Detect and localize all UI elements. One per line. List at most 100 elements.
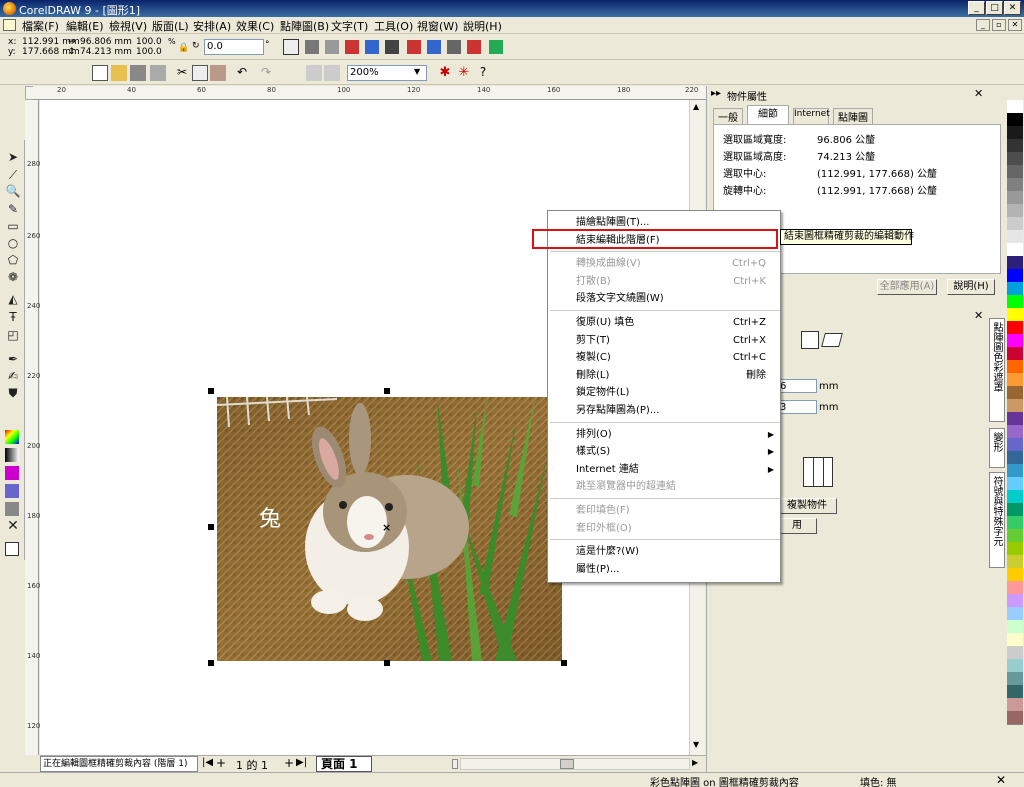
color-swatch[interactable] [1007,152,1023,166]
help-button[interactable]: 說明(H) [947,279,995,295]
menu-tools[interactable]: 工具(O) [374,18,413,34]
chevron-down-icon[interactable]: ▼ [414,67,420,76]
transparency-tool-icon[interactable]: ◰ [5,328,21,343]
color-swatch[interactable] [1007,191,1023,205]
width-field[interactable]: 96.806 mm [80,37,132,47]
tab-details[interactable]: 細節 [747,105,789,124]
selection-handle[interactable] [208,524,214,530]
horizontal-scrollbar[interactable] [460,758,690,770]
color-swatch[interactable] [1007,295,1023,309]
color-swatch[interactable] [1007,373,1023,387]
scroll-down-icon[interactable]: ▼ [693,740,699,749]
ungroup-icon[interactable] [407,40,421,54]
tab-transform[interactable]: 變形 [989,428,1005,468]
color-swatch[interactable] [1007,594,1023,608]
color-swatch[interactable] [1007,399,1023,413]
docker-collapse-icon[interactable]: ▸▸ [711,88,721,99]
no-fill-icon[interactable]: ✕ [5,519,21,534]
convert-curves-icon[interactable] [489,40,503,54]
menu-file[interactable]: 檔案(F) [22,18,59,34]
color-swatch[interactable] [1007,269,1023,283]
selection-handle[interactable] [561,660,567,666]
color-swatch[interactable] [1007,659,1023,673]
order-front-icon[interactable] [345,40,359,54]
tab-general[interactable]: 一般 [713,108,743,124]
color-swatch[interactable] [1007,334,1023,348]
apply-button[interactable]: 用 [777,518,817,534]
color-swatch[interactable] [1007,243,1023,257]
new-icon[interactable] [92,65,108,81]
context-menu-item[interactable]: 轉換成曲線(V) Ctrl+Q [548,255,782,273]
context-menu-item[interactable]: 鎖定物件(L) [548,384,782,402]
selection-handle[interactable] [384,388,390,394]
close-button[interactable]: ✕ [1004,1,1021,15]
menu-text[interactable]: 文字(T) [331,18,368,34]
color-swatch[interactable] [1007,438,1023,452]
tab-bitmap-color-mask[interactable]: 點陣圖色彩遮罩 [989,318,1005,422]
color-swatch[interactable] [1007,555,1023,569]
fill-tool-icon[interactable]: ⛊ [5,386,21,401]
undo-icon[interactable]: ↶ [234,65,250,81]
color-swatch[interactable] [1007,347,1023,361]
color-swatch[interactable] [1007,490,1023,504]
fountain-fill-icon[interactable] [5,448,19,462]
ellipse-tool-icon[interactable]: ○ [5,236,21,251]
maximize-button[interactable]: □ [986,1,1003,15]
color-swatch[interactable] [1007,204,1023,218]
document-icon[interactable] [3,19,16,31]
first-page-icon[interactable]: |◀ [202,757,213,768]
color-swatch[interactable] [1007,646,1023,660]
pattern-fill-icon[interactable] [5,466,19,480]
color-swatch[interactable] [1007,126,1023,140]
color-swatch[interactable] [1007,711,1023,725]
pick-tool-icon[interactable]: ➤ [5,150,21,165]
tab-internet[interactable]: Internet [793,108,830,124]
docker-close-icon[interactable]: ✕ [974,87,983,100]
fill-color-docker-icon[interactable] [5,542,19,556]
tab-symbols[interactable]: 符號與特殊字元 [989,472,1005,568]
color-swatch[interactable] [1007,425,1023,439]
color-swatch[interactable] [1007,217,1023,231]
color-swatch[interactable] [1007,672,1023,686]
eyedropper-tool-icon[interactable]: ✒ [5,352,21,367]
color-swatch[interactable] [1007,386,1023,400]
color-swatch[interactable] [1007,477,1023,491]
canvas-text-rabbit[interactable]: 兔 [259,501,281,533]
context-menu-item[interactable]: 屬性(P)... [548,561,782,579]
arrange-icon[interactable] [305,40,319,54]
color-fill-icon[interactable] [5,430,19,444]
color-swatch[interactable] [1007,529,1023,543]
paste-icon[interactable] [210,65,226,81]
add-page-before-icon[interactable]: + [216,756,226,770]
lock-ratio-icon[interactable]: 🔒 [178,43,189,53]
rectangle-tool-icon[interactable]: ▭ [5,219,21,234]
menu-effects[interactable]: 效果(C) [236,18,274,34]
color-swatch[interactable] [1007,464,1023,478]
transform-value-1[interactable]: 6 [777,379,817,393]
color-swatch[interactable] [1007,256,1023,270]
horizontal-ruler[interactable]: 20 40 60 80 100 120 140 160 180 220 [33,86,706,100]
mdi-close-button[interactable]: ✕ [1008,19,1022,31]
copy-icon[interactable] [192,65,208,81]
print-icon[interactable] [150,65,166,81]
page-tab[interactable]: 頁面 1 [316,756,372,772]
tab-bitmap[interactable]: 點陣圖 [833,108,873,124]
hscroll-left-button[interactable] [452,759,458,769]
color-swatch[interactable] [1007,503,1023,517]
menu-bitmaps[interactable]: 點陣圖(B) [280,18,329,34]
menu-layout[interactable]: 版面(L) [152,18,189,34]
color-swatch[interactable] [1007,607,1023,621]
add-page-after-icon[interactable]: + [284,756,294,770]
minimize-button[interactable]: _ [968,1,985,15]
color-swatch[interactable] [1007,230,1023,244]
color-swatch[interactable] [1007,308,1023,322]
color-swatch[interactable] [1007,698,1023,712]
order-back-icon[interactable] [365,40,379,54]
export-icon[interactable] [324,65,340,81]
menu-view[interactable]: 檢視(V) [109,18,147,34]
color-swatch[interactable] [1007,542,1023,556]
size-mode-icon[interactable] [801,331,819,349]
color-swatch[interactable] [1007,165,1023,179]
color-swatch[interactable] [1007,581,1023,595]
docker2-close-icon[interactable]: ✕ [974,309,983,322]
